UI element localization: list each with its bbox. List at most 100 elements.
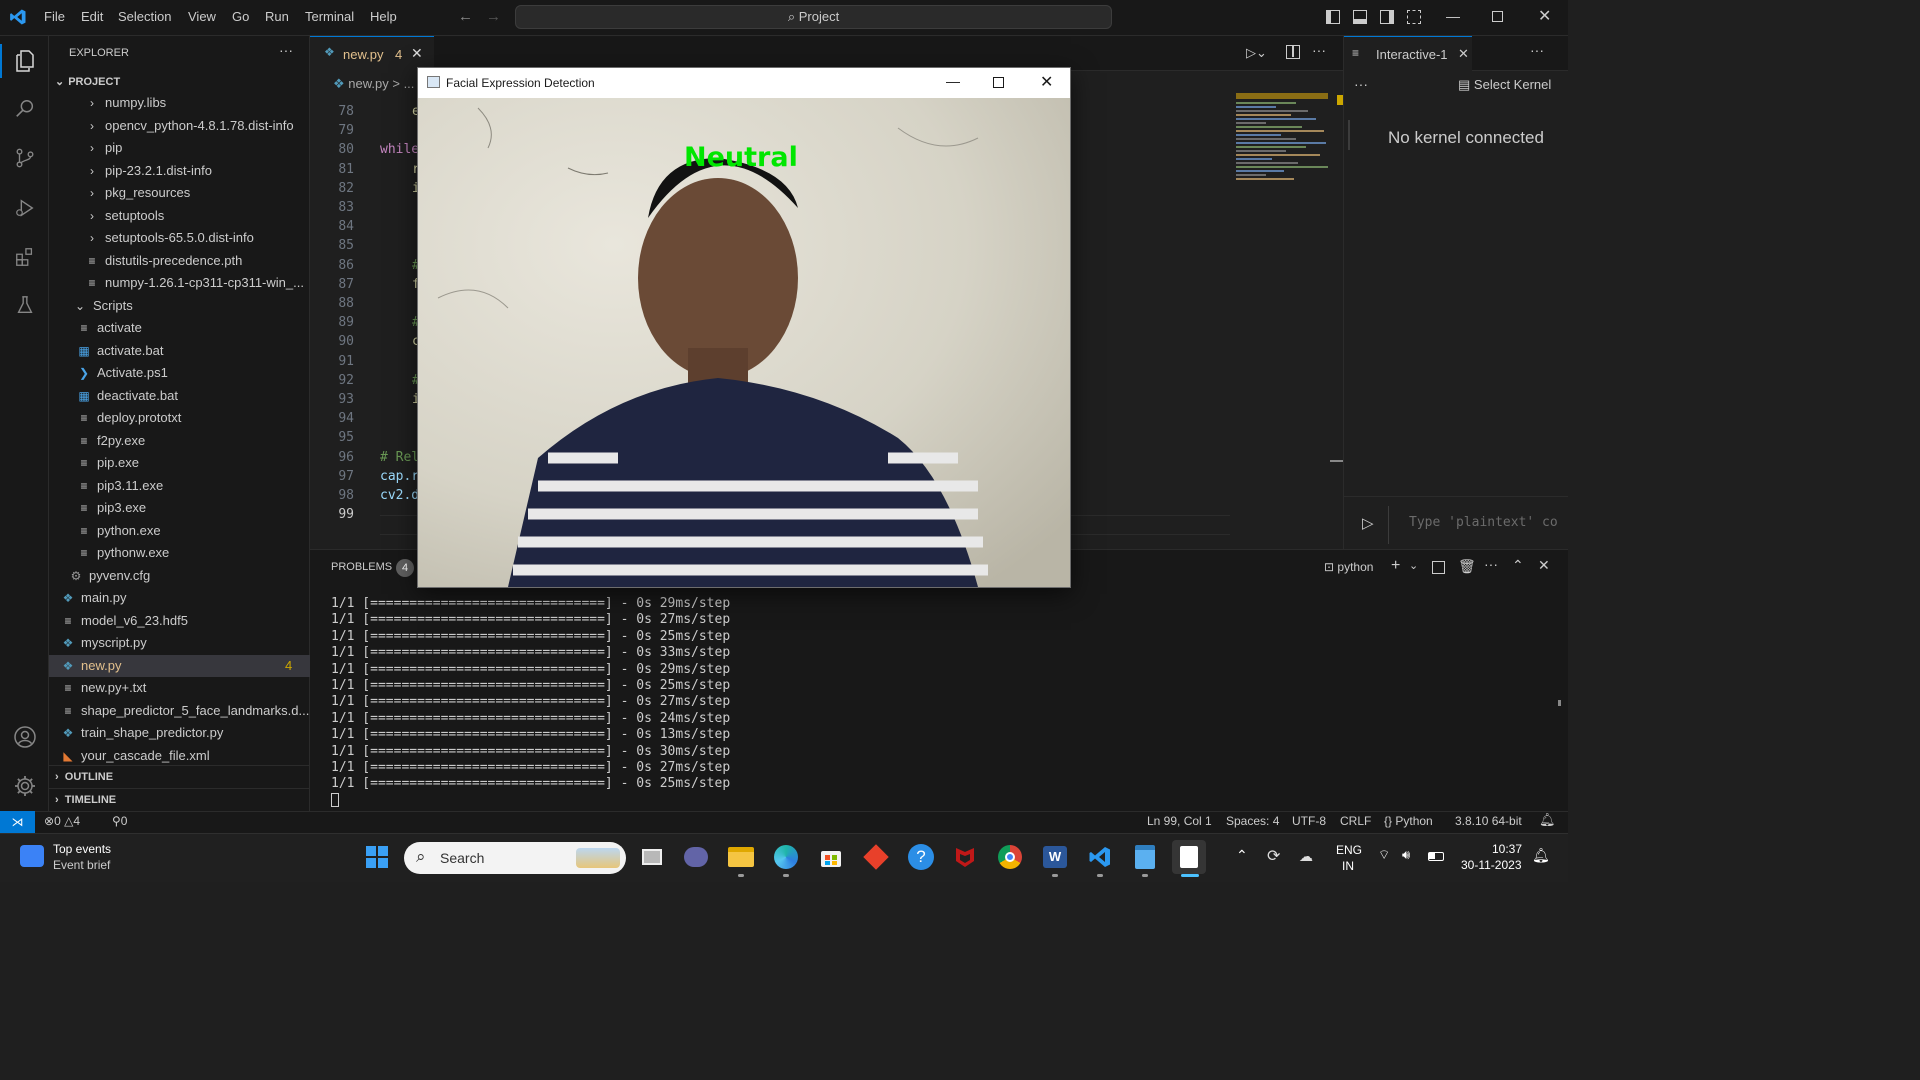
active-document-icon[interactable]	[1172, 840, 1206, 874]
get-help-icon[interactable]: ?	[904, 840, 938, 874]
tree-item[interactable]: ≡ python.exe	[49, 520, 310, 542]
editor-more-icon[interactable]: ···	[1312, 42, 1326, 58]
cv-minimize-icon[interactable]: —	[946, 73, 960, 89]
menu-help[interactable]: Help	[370, 9, 397, 24]
menu-view[interactable]: View	[188, 9, 216, 24]
volume-icon[interactable]: 🔊︎	[1402, 847, 1410, 863]
menu-terminal[interactable]: Terminal	[305, 9, 354, 24]
terminal-more-icon[interactable]: ···	[1484, 556, 1498, 572]
microsoft-store-icon[interactable]	[814, 840, 848, 874]
toggle-panel-icon[interactable]	[1353, 10, 1367, 24]
interactive-input[interactable]: Type 'plaintext' co	[1388, 506, 1568, 544]
panel-more-icon[interactable]: ···	[1530, 42, 1544, 58]
widgets-icon[interactable]	[20, 845, 44, 867]
sync-icon[interactable]: ⟳	[1267, 846, 1280, 866]
outline-section[interactable]: › OUTLINE	[49, 765, 310, 787]
tree-item[interactable]: ≡ numpy-1.26.1-cp311-cp311-win_...	[49, 272, 310, 294]
run-debug-icon[interactable]	[10, 193, 40, 223]
execute-cell-icon[interactable]: ▷	[1362, 514, 1374, 532]
remote-indicator-icon[interactable]: ⋊	[0, 811, 35, 833]
customize-layout-icon[interactable]	[1407, 10, 1421, 24]
cursor-position[interactable]: Ln 99, Col 1	[1147, 814, 1212, 828]
language-mode[interactable]: {} Python	[1384, 814, 1433, 828]
accounts-icon[interactable]	[10, 722, 40, 752]
start-button-icon[interactable]	[360, 840, 394, 874]
ports-status[interactable]: ⚲0	[112, 814, 127, 828]
source-control-icon[interactable]	[10, 143, 40, 173]
git-tool-icon[interactable]	[859, 840, 893, 874]
select-kernel-button[interactable]: ▤ Select Kernel	[1458, 77, 1551, 93]
extensions-icon[interactable]	[10, 242, 40, 272]
project-section-header[interactable]: ⌄ PROJECT	[55, 75, 120, 88]
language-indicator[interactable]: ENG	[1336, 843, 1362, 857]
tree-item[interactable]: ≡ pip3.exe	[49, 497, 310, 519]
close-icon[interactable]: ✕	[1538, 6, 1551, 26]
trash-icon[interactable]: 🗑	[1458, 558, 1476, 575]
minimap[interactable]	[1236, 93, 1330, 263]
split-terminal-icon[interactable]	[1432, 561, 1445, 574]
menu-run[interactable]: Run	[265, 9, 289, 24]
encoding[interactable]: UTF-8	[1292, 814, 1326, 828]
problems-status[interactable]: ⊗0 △4	[44, 814, 80, 828]
vscode-taskbar-icon[interactable]	[1083, 840, 1117, 874]
python-interpreter[interactable]: 3.8.10 64-bit	[1455, 814, 1522, 828]
end-of-line[interactable]: CRLF	[1340, 814, 1371, 828]
search-icon[interactable]	[10, 94, 40, 124]
minimize-icon[interactable]: —	[1446, 8, 1460, 24]
run-python-file-icon[interactable]: ▷⌄	[1246, 45, 1267, 61]
tree-item[interactable]: › pip-23.2.1.dist-info	[49, 160, 310, 182]
onedrive-icon[interactable]: ☁	[1299, 848, 1313, 865]
breadcrumb[interactable]: ❖ new.py > ...	[333, 76, 414, 92]
tree-item[interactable]: › setuptools	[49, 205, 310, 227]
code-line[interactable]: cv2.d	[380, 488, 419, 503]
tree-item[interactable]: ▦ activate.bat	[49, 340, 310, 362]
tree-item[interactable]: ≡ pip3.11.exe	[49, 475, 310, 497]
settings-gear-icon[interactable]	[10, 771, 40, 801]
cv-maximize-icon[interactable]	[993, 77, 1004, 88]
forward-arrow-icon[interactable]: →	[486, 8, 501, 25]
tab-close-icon[interactable]: ✕	[1458, 46, 1469, 62]
tree-item[interactable]: › pkg_resources	[49, 182, 310, 204]
maximize-panel-icon[interactable]: ⌃	[1512, 557, 1524, 574]
battery-icon[interactable]	[1428, 852, 1444, 861]
back-arrow-icon[interactable]: ←	[458, 8, 473, 25]
bell-icon[interactable]: 🔔︎	[1539, 812, 1556, 828]
tree-item[interactable]: ≡ f2py.exe	[49, 430, 310, 452]
interactive-more-icon[interactable]: ···	[1354, 76, 1368, 92]
menu-selection[interactable]: Selection	[118, 9, 171, 24]
command-center[interactable]: ⌕ Project	[515, 5, 1112, 29]
tree-item[interactable]: › pip	[49, 137, 310, 159]
code-line[interactable]: cap.r	[380, 469, 419, 484]
tab-problems[interactable]: PROBLEMS	[331, 561, 392, 573]
code-line[interactable]: # Rel	[380, 450, 419, 465]
tree-item[interactable]: ❖ myscript.py	[49, 632, 310, 654]
clock-time[interactable]: 10:37	[1492, 842, 1522, 856]
terminal-scrollbar[interactable]	[1558, 700, 1561, 706]
tree-item[interactable]: ⌄ Scripts	[49, 295, 310, 317]
code-line[interactable]: while	[380, 142, 419, 157]
cv-window-titlebar[interactable]: Facial Expression Detection — ✕	[418, 68, 1070, 98]
tree-item[interactable]: ❖ new.py 4	[49, 654, 310, 677]
tree-item[interactable]: ◣ your_cascade_file.xml	[49, 745, 310, 767]
indentation[interactable]: Spaces: 4	[1226, 814, 1279, 828]
toggle-secondary-sidebar-icon[interactable]	[1380, 10, 1394, 24]
tab-interactive[interactable]: ≡ Interactive-1 ✕	[1344, 36, 1472, 71]
tree-item[interactable]: ▦ deactivate.bat	[49, 385, 310, 407]
tree-item[interactable]: ❖ train_shape_predictor.py	[49, 722, 310, 744]
chevron-down-icon[interactable]: ⌄	[1409, 559, 1418, 572]
word-icon[interactable]: W	[1038, 840, 1072, 874]
tree-item[interactable]: › setuptools-65.5.0.dist-info	[49, 227, 310, 249]
tree-item[interactable]: ≡ pythonw.exe	[49, 542, 310, 564]
terminal-shell-selector[interactable]: ⊡ python	[1324, 560, 1373, 574]
tree-item[interactable]: ≡ model_v6_23.hdf5	[49, 610, 310, 632]
wifi-icon[interactable]: ⌔	[1378, 847, 1390, 863]
chrome-icon[interactable]	[993, 840, 1027, 874]
menu-go[interactable]: Go	[232, 9, 249, 24]
tree-item[interactable]: › opencv_python-4.8.1.78.dist-info	[49, 115, 310, 137]
toggle-sidebar-icon[interactable]	[1326, 10, 1340, 24]
notification-bell-icon[interactable]: 🔔︎	[1532, 847, 1550, 864]
tab-close-icon[interactable]: ✕	[411, 45, 423, 62]
edge-browser-icon[interactable]	[769, 840, 803, 874]
close-panel-icon[interactable]: ✕	[1538, 557, 1550, 574]
explorer-more-icon[interactable]: ···	[279, 42, 293, 58]
